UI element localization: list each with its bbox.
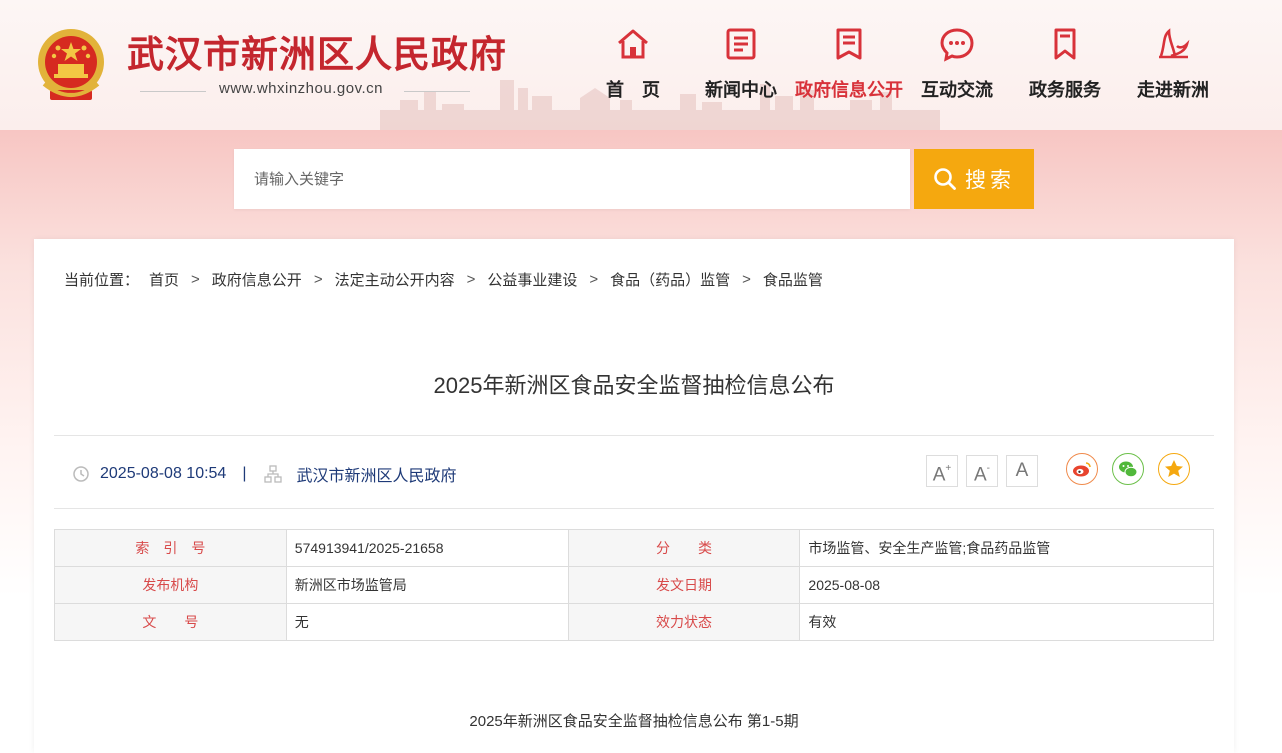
divider [54,508,1214,509]
nav-item-info-disclosure[interactable]: 政府信息公开 [793,24,905,108]
weibo-icon [1073,462,1091,477]
info-disclosure-icon [836,28,862,60]
site-url: www.whxinzhou.gov.cn [219,80,383,97]
info-key-issue-date: 发文日期 [567,566,801,604]
national-emblem-logo [38,29,104,100]
site-title[interactable]: 武汉市新洲区人民政府 [127,24,507,78]
xinzhou-icon [1159,28,1190,59]
font-larger-mark: + [945,463,952,474]
search-button-label: 搜索 [965,169,1015,192]
divider [140,91,206,92]
table-row: 索 引 号 574913941/2025-21658 分 类 市场监管、安全生产… [54,529,1214,567]
breadcrumb-item-food-supervision[interactable]: 食品监管 [763,269,823,290]
breadcrumb-prefix: 当前位置： [64,272,140,289]
share-weibo-button[interactable] [1066,453,1098,485]
nav-label: 互动交流 [921,80,993,100]
divider [404,91,470,92]
content-card [34,239,1234,753]
site-header: 武汉市新洲区人民政府 www.whxinzhou.gov.cn 首 页 新闻中心… [0,0,1282,130]
font-larger-label: A [932,464,946,486]
nav-label: 政府信息公开 [795,80,903,100]
info-key-publisher: 发布机构 [54,566,287,604]
publish-source: 武汉市新洲区人民政府 [296,468,457,485]
nav-label: 新闻中心 [705,80,777,100]
nav-label: 政务服务 [1029,80,1101,100]
nav-item-news[interactable]: 新闻中心 [685,24,797,108]
table-row: 文 号 无 效力状态 有效 [54,603,1214,641]
meta-divider: | [242,465,247,482]
info-value-status: 有效 [799,603,1214,641]
share-wechat-button[interactable] [1112,453,1144,485]
search-button[interactable]: 搜索 [914,149,1034,209]
wechat-icon [1119,461,1138,478]
font-size-decrease-button[interactable]: A- [966,455,998,487]
publish-date: 2025-08-08 10:54 [100,465,227,482]
home-icon [618,29,648,59]
info-value-publisher: 新洲区市场监管局 [285,566,569,604]
info-value-doc-number: 无 [285,603,569,641]
bookmark-icon [1054,28,1076,60]
info-key-category: 分 类 [567,529,801,567]
document-info-table: 索 引 号 574913941/2025-21658 分 类 市场监管、安全生产… [54,529,1214,641]
breadcrumb-item-home[interactable]: 首页 [149,269,179,290]
breadcrumb-separator: > [589,271,599,288]
breadcrumb-item-info-disclosure[interactable]: 政府信息公开 [212,269,302,290]
font-size-increase-button[interactable]: A+ [926,455,958,487]
breadcrumb-item-statutory[interactable]: 法定主动公开内容 [335,269,455,290]
nav-item-home[interactable]: 首 页 [577,24,689,108]
clock-icon [73,466,89,482]
chat-icon [940,28,974,62]
nav-label: 首 页 [606,80,660,100]
table-row: 发布机构 新洲区市场监管局 发文日期 2025-08-08 [54,566,1214,604]
breadcrumb-separator: > [742,271,751,288]
info-value-category: 市场监管、安全生产监管;食品药品监管 [799,529,1214,567]
source-icon [264,465,283,483]
breadcrumb-separator: > [191,271,200,288]
info-value-index: 574913941/2025-21658 [285,529,569,567]
font-smaller-mark: - [986,463,991,474]
breadcrumb-item-food-drug[interactable]: 食品（药品）监管 [610,269,730,290]
breadcrumb-separator: > [466,271,476,288]
font-smaller-label: A [973,464,987,486]
nav-label: 走进新洲 [1137,80,1209,100]
font-default-label: A [1015,460,1029,481]
article-subtitle: 2025年新洲区食品安全监督抽检信息公布 第1-5期 [469,713,799,730]
breadcrumb-separator: > [313,271,323,288]
divider [54,435,1214,436]
article-meta: 2025-08-08 10:54 | 武汉市新洲区人民政府 [72,462,457,486]
info-key-index: 索 引 号 [54,529,287,567]
info-key-doc-number: 文 号 [54,603,287,641]
breadcrumb: 当前位置： 首页 > 政府信息公开 > 法定主动公开内容 > 公益事业建设 > … [64,269,823,290]
breadcrumb-item-public-welfare[interactable]: 公益事业建设 [487,269,577,290]
article-title: 2025年新洲区食品安全监督抽检信息公布 [433,373,835,398]
info-value-issue-date: 2025-08-08 [799,566,1214,604]
nav-item-about-xinzhou[interactable]: 走进新洲 [1117,24,1229,108]
favorite-icon [1165,460,1183,477]
nav-item-interaction[interactable]: 互动交流 [901,24,1013,108]
add-favorite-button[interactable] [1158,453,1190,485]
nav-item-services[interactable]: 政务服务 [1009,24,1121,108]
search-input[interactable] [234,149,910,209]
info-key-status: 效力状态 [567,603,801,641]
search-icon [934,168,956,190]
font-size-default-button[interactable]: A [1006,455,1038,487]
news-icon [726,28,756,60]
